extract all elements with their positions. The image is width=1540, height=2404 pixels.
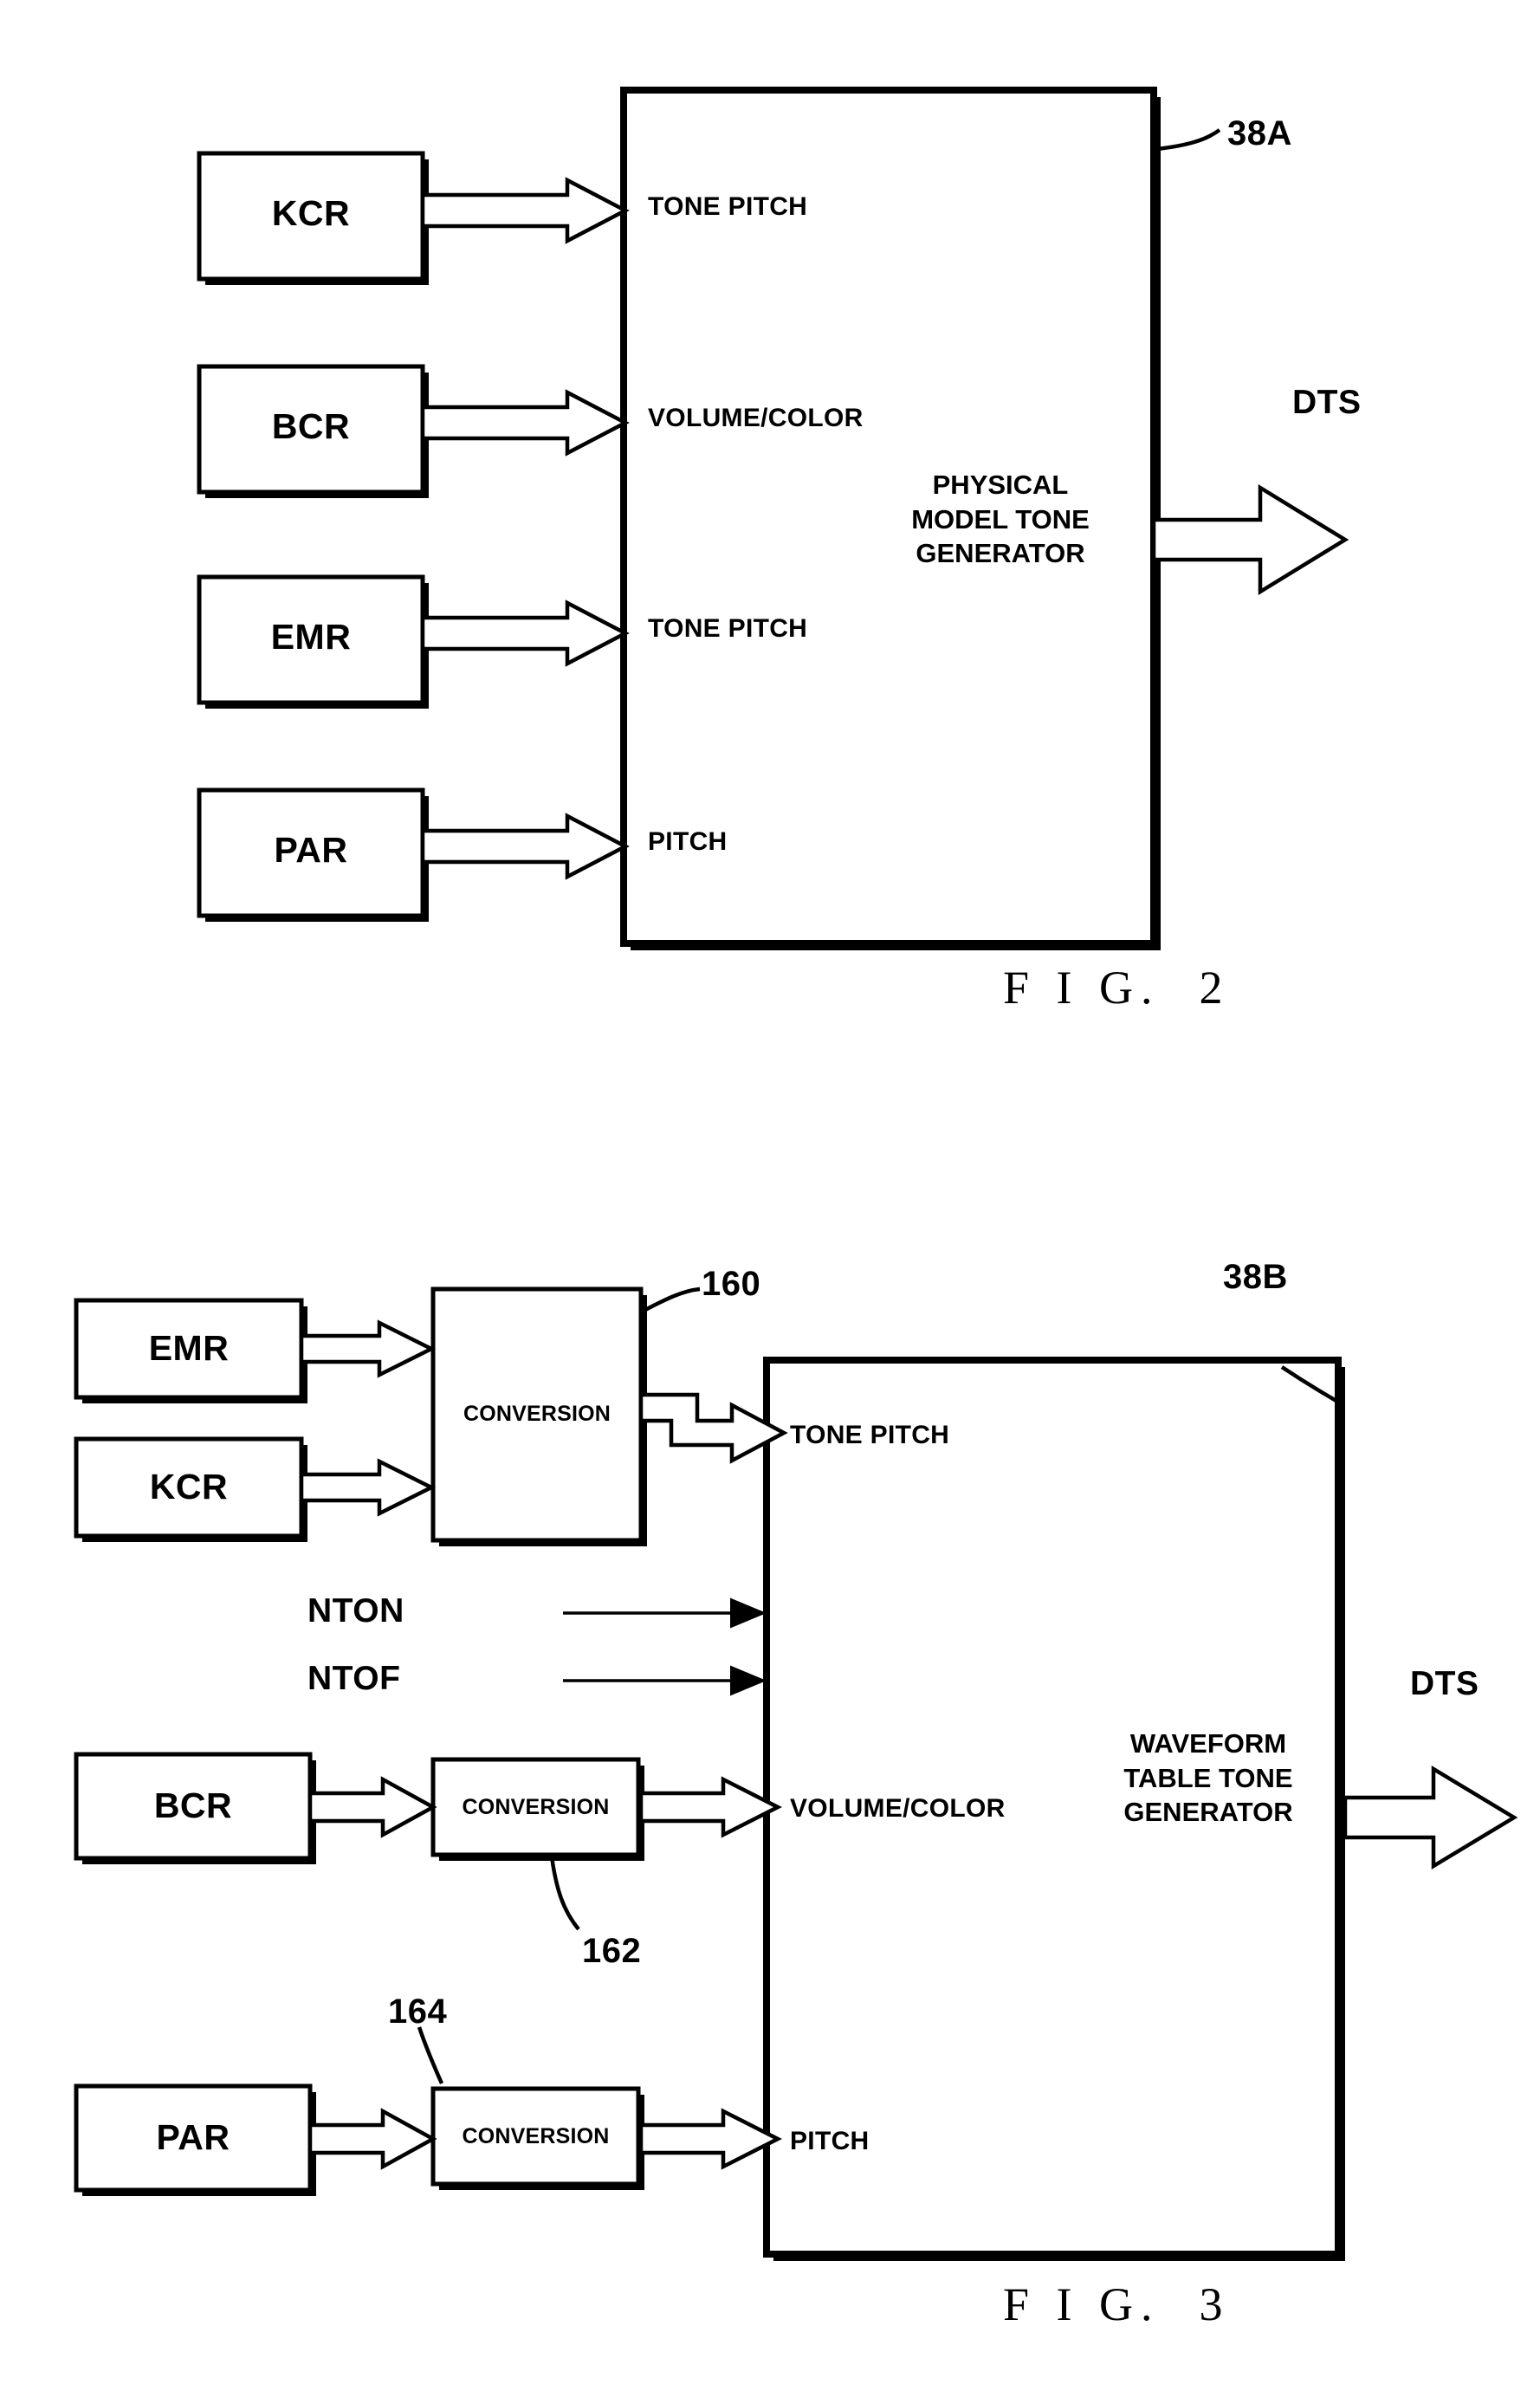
fig2-port-label-3: PITCH xyxy=(648,827,728,856)
fig2-source-box-label-0: KCR xyxy=(271,193,351,233)
fig2-port-label-0: TONE PITCH xyxy=(648,192,808,221)
fig2-source-box-label-2: EMR xyxy=(270,617,352,657)
fig2-port-label-2: TONE PITCH xyxy=(648,614,808,643)
fig2-generator-label: PHYSICAL MODEL TONE GENERATOR xyxy=(911,470,1090,569)
fig3-reference-number-38b: 38B xyxy=(1223,1258,1288,1296)
fig3-generator-label: WAVEFORM TABLE TONE GENERATOR xyxy=(1123,1728,1293,1828)
fig2-port-label-1: VOLUME/COLOR xyxy=(648,404,864,432)
fig2-output-label: DTS xyxy=(1292,384,1362,421)
fig3-conversion-block-162-label: CONVERSION xyxy=(462,1795,610,1819)
fig3-port-label-1: VOLUME/COLOR xyxy=(790,1794,1006,1823)
fig3-direct-signal-label-1: NTOF xyxy=(307,1660,401,1697)
fig3-conversion-block-160-label: CONVERSION xyxy=(463,1402,611,1426)
fig2-caption: F I G. 2 xyxy=(1003,962,1231,1014)
fig3-reference-number-160: 160 xyxy=(702,1265,761,1303)
fig3-direct-signal-label-0: NTON xyxy=(307,1592,404,1630)
patent-drawing-sheet: .bx { fill:#ffffff; stroke:#000000; stro… xyxy=(0,0,1540,2404)
fig3-source-box-label-1: KCR xyxy=(149,1467,229,1507)
fig3-source-box-label-0: EMR xyxy=(148,1328,230,1368)
fig3-reference-number-164: 164 xyxy=(388,1993,448,2031)
fig3-caption: F I G. 3 xyxy=(1003,2278,1231,2330)
fig3-output-label: DTS xyxy=(1410,1665,1479,1702)
fig3-source-box-label-3: PAR xyxy=(156,2117,230,2157)
drawing-vectors: .bx { fill:#ffffff; stroke:#000000; stro… xyxy=(74,87,1518,2261)
fig2-reference-number: 38A xyxy=(1227,114,1292,152)
fig2-source-box-label-3: PAR xyxy=(274,830,348,870)
fig3-source-box-label-2: BCR xyxy=(153,1785,233,1825)
fig3-port-label-2: PITCH xyxy=(790,2127,870,2155)
fig3-conversion-block-164-label: CONVERSION xyxy=(462,2124,610,2148)
fig3-reference-number-162: 162 xyxy=(582,1932,642,1970)
fig3-port-label-0: TONE PITCH xyxy=(790,1421,950,1449)
fig2-source-box-label-1: BCR xyxy=(271,406,351,446)
